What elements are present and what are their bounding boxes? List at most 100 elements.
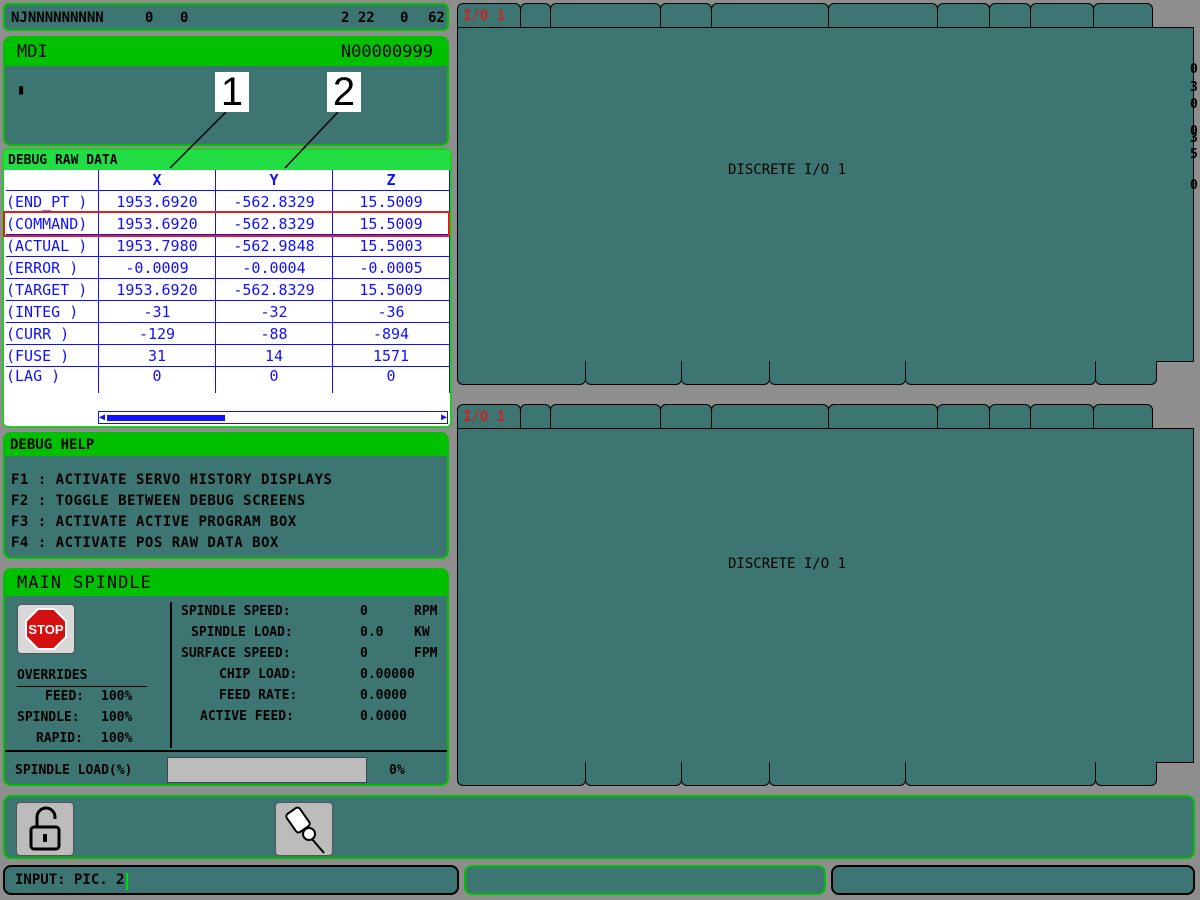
spindle-load-value: 0.0 bbox=[360, 625, 384, 640]
table-row: (TARGET ) 1953.6920 -562.8329 15.5009 bbox=[6, 278, 450, 301]
edge-fragment: 3 bbox=[1190, 131, 1198, 146]
bottom-tab[interactable] bbox=[681, 361, 770, 385]
scroll-left-arrow-icon[interactable]: ◀ bbox=[99, 412, 105, 423]
bottom-tab[interactable] bbox=[769, 361, 906, 385]
row-label: (ERROR ) bbox=[6, 256, 99, 279]
bottom-tab[interactable] bbox=[585, 361, 682, 385]
table-row: (ACTUAL ) 1953.7980 -562.9848 15.5003 bbox=[6, 234, 450, 257]
unlock-button[interactable] bbox=[16, 802, 74, 856]
cell-y: -562.8329 bbox=[215, 190, 333, 213]
tab[interactable] bbox=[660, 404, 712, 429]
cell-x: -31 bbox=[98, 300, 216, 323]
tab[interactable] bbox=[1030, 3, 1094, 28]
tab[interactable] bbox=[520, 3, 551, 28]
input-text: INPUT: PIC. 2 bbox=[15, 872, 125, 888]
tab[interactable] bbox=[989, 404, 1031, 429]
tab[interactable] bbox=[711, 3, 829, 28]
bottom-tab[interactable] bbox=[769, 762, 906, 786]
spindle-load-divider bbox=[5, 750, 447, 752]
stop-button[interactable]: STOP bbox=[17, 604, 75, 654]
help-line: F1 : ACTIVATE SERVO HISTORY DISPLAYS bbox=[11, 472, 333, 488]
main-spindle-pane: MAIN SPINDLE STOP OVERRIDES FEED: 100% S… bbox=[3, 568, 449, 786]
rapid-override-value: 100% bbox=[101, 731, 133, 746]
spindle-load-pct-label: SPINDLE LOAD(%) bbox=[15, 763, 133, 778]
stop-label: STOP bbox=[28, 622, 63, 637]
tab-io-1[interactable]: I/O 1 bbox=[457, 3, 521, 28]
tab[interactable] bbox=[550, 404, 661, 429]
stop-sign-icon: STOP bbox=[25, 608, 67, 650]
bottom-tab[interactable] bbox=[1095, 361, 1157, 385]
io-panel-bottom: DISCRETE I/O 1 bbox=[457, 428, 1194, 763]
message-box bbox=[464, 865, 826, 895]
tab[interactable] bbox=[937, 404, 990, 429]
scrollbar-thumb[interactable] bbox=[107, 415, 225, 421]
cell-z: -0.0005 bbox=[332, 256, 450, 279]
spindle-load-unit: KW bbox=[414, 625, 430, 640]
io-tabs-top: I/O 1 bbox=[457, 3, 1157, 28]
tab[interactable] bbox=[937, 3, 990, 28]
help-line: F4 : ACTIVATE POS RAW DATA BOX bbox=[11, 535, 279, 551]
cell-y: -0.0004 bbox=[215, 256, 333, 279]
bottom-tab[interactable] bbox=[1095, 762, 1157, 786]
bottom-tab[interactable] bbox=[585, 762, 682, 786]
tab[interactable] bbox=[660, 3, 712, 28]
cell-y: -562.9848 bbox=[215, 234, 333, 257]
spindle-load-pct-value: 0% bbox=[389, 763, 405, 778]
bottom-toolbar bbox=[3, 795, 1195, 859]
input-field[interactable]: INPUT: PIC. 2 bbox=[3, 865, 459, 895]
horizontal-scrollbar[interactable]: ◀ ▶ bbox=[98, 411, 448, 424]
cell-z: 0 bbox=[332, 366, 450, 393]
tab[interactable] bbox=[520, 404, 551, 429]
help-line: F3 : ACTIVATE ACTIVE PROGRAM BOX bbox=[11, 514, 297, 530]
probe-button[interactable] bbox=[275, 802, 333, 856]
unlock-icon bbox=[29, 806, 61, 851]
cell-x: 1953.7980 bbox=[98, 234, 216, 257]
tab[interactable] bbox=[711, 404, 829, 429]
surface-speed-value: 0 bbox=[360, 646, 368, 661]
cell-z: 15.5003 bbox=[332, 234, 450, 257]
cell-y: 0 bbox=[215, 366, 333, 393]
feed-rate-value: 0.0000 bbox=[360, 688, 407, 703]
cell-y: -88 bbox=[215, 322, 333, 345]
bottom-tab[interactable] bbox=[457, 361, 586, 385]
cell-z: 15.5009 bbox=[332, 190, 450, 213]
raw-data-table: X Y Z (END_PT ) 1953.6920 -562.8329 15.5… bbox=[6, 170, 450, 393]
tab[interactable] bbox=[1093, 404, 1153, 429]
rapid-override-label: RAPID: bbox=[36, 731, 83, 746]
debug-raw-data-pane[interactable]: DEBUG RAW DATA X Y Z (END_PT ) 1953.6920… bbox=[2, 148, 452, 428]
overrides-divider bbox=[17, 686, 147, 687]
feed-override-value: 100% bbox=[101, 689, 133, 704]
tab[interactable] bbox=[989, 3, 1031, 28]
bottom-tab[interactable] bbox=[905, 361, 1096, 385]
row-label: (INTEG ) bbox=[6, 300, 99, 323]
tab[interactable] bbox=[1030, 404, 1094, 429]
active-feed-value: 0.0000 bbox=[360, 709, 407, 724]
bottom-tab[interactable] bbox=[457, 762, 586, 786]
active-feed-label: ACTIVE FEED: bbox=[200, 709, 294, 724]
chip-load-value: 0.00000 bbox=[360, 667, 415, 682]
spindle-override-label: SPINDLE: bbox=[17, 710, 80, 725]
bottom-tab[interactable] bbox=[681, 762, 770, 786]
cell-z: -36 bbox=[332, 300, 450, 323]
row-label: (ACTUAL ) bbox=[6, 234, 99, 257]
main-spindle-title: MAIN SPINDLE bbox=[5, 570, 447, 596]
debug-help-title: DEBUG HELP bbox=[5, 434, 447, 456]
bottom-tab[interactable] bbox=[905, 762, 1096, 786]
cell-y: -32 bbox=[215, 300, 333, 323]
callout-1: 1 bbox=[215, 72, 249, 112]
tab[interactable] bbox=[828, 404, 938, 429]
surface-speed-unit: FPM bbox=[414, 646, 438, 661]
row-label: (TARGET ) bbox=[6, 278, 99, 301]
feed-rate-label: FEED RATE: bbox=[219, 688, 298, 703]
surface-speed-label: SURFACE SPEED: bbox=[181, 646, 291, 661]
io-tabs-bottom: I/O 1 bbox=[457, 404, 1157, 429]
edge-fragment: 0 bbox=[1190, 97, 1198, 112]
tab[interactable] bbox=[1093, 3, 1153, 28]
scroll-right-arrow-icon[interactable]: ▶ bbox=[441, 412, 447, 423]
tab[interactable] bbox=[828, 3, 938, 28]
row-label: (LAG ) bbox=[6, 366, 99, 393]
probe-icon bbox=[285, 806, 325, 854]
tab-io-1[interactable]: I/O 1 bbox=[457, 404, 521, 429]
help-line: F2 : TOGGLE BETWEEN DEBUG SCREENS bbox=[11, 493, 306, 509]
tab[interactable] bbox=[550, 3, 661, 28]
